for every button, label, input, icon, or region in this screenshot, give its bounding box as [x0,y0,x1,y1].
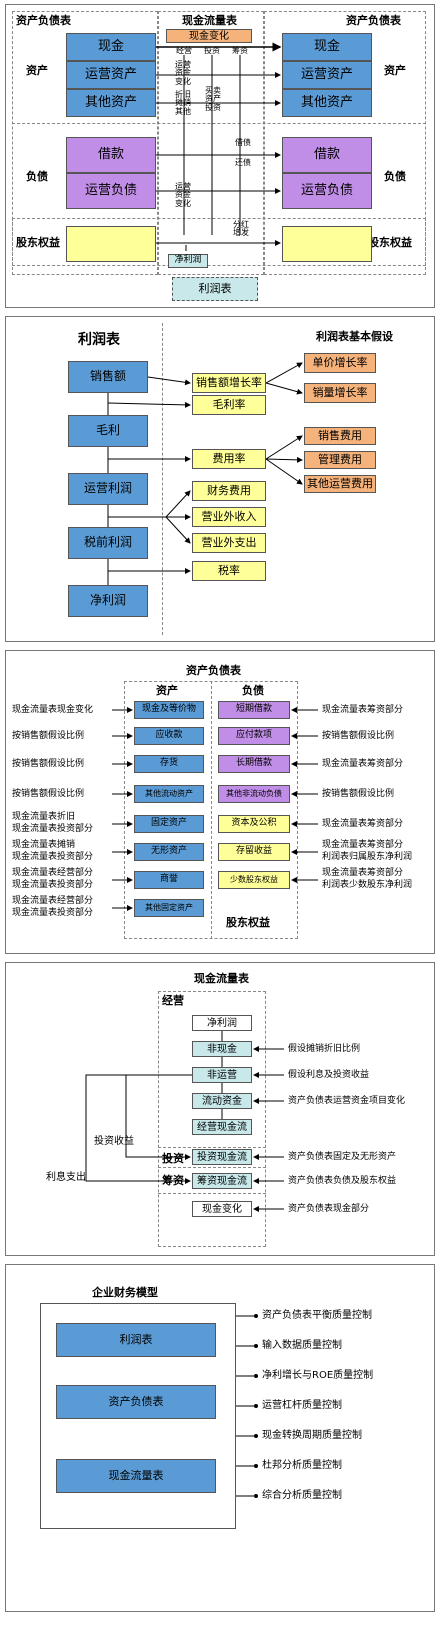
panel2-arrows [107,362,303,585]
panel3-arrows [112,707,318,911]
balance-sheet-panel: 资产负债表 资产 负债 股东权益 现金及等价物 应收款 存货 其他流动资产 固定… [5,650,435,954]
enterprise-model-panel: 企业财务模型 利润表 资产负债表 现金流量表 资产负债表平衡质量控制 输入数据质… [5,1264,435,1612]
panel4-arrows [85,1031,284,1212]
income-statement-panel: 利润表 利润表基本假设 销售额 毛利 运营利润 税前利润 净利润 销售额增长率 … [5,316,435,642]
panel1-arrows [156,42,282,251]
panel5-connectors [236,1314,258,1498]
cash-flow-linkage-panel: 资产负债表 现金流量表 资产负债表 资产 资产 负债 负债 股东权益 股东权益 … [5,4,435,308]
cash-flow-panel: 现金流量表 经营 投资 筹资 净利润 非现金 非运营 流动资金 经营现金流 投资… [5,962,435,1256]
